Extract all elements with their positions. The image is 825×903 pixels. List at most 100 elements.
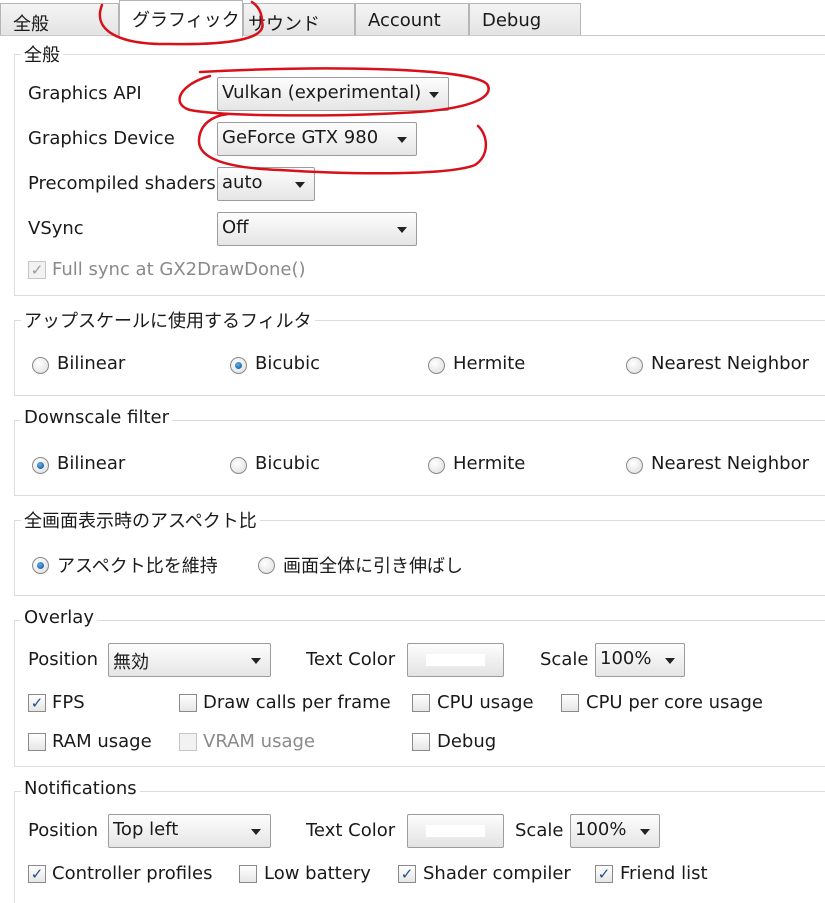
general-group: 全般 Graphics API Vulkan (experimental) Gr…	[14, 41, 825, 296]
tab-label: グラフィック	[132, 10, 240, 31]
aspect-stretch-label: 画面全体に引き伸ばし	[283, 556, 463, 577]
overlay-fps-label: FPS	[52, 692, 85, 713]
vsync-value: Off	[222, 217, 249, 238]
downscale-bilinear-radio[interactable]	[32, 457, 49, 474]
overlay-cpu-checkbox[interactable]	[412, 694, 430, 712]
downscale-bicubic-radio[interactable]	[230, 457, 247, 474]
overlay-drawcalls-label: Draw calls per frame	[203, 692, 391, 713]
precompiled-shaders-label: Precompiled shaders	[28, 173, 216, 194]
overlay-ram-label: RAM usage	[52, 731, 152, 752]
overlay-drawcalls-checkbox[interactable]	[179, 694, 197, 712]
upscale-bilinear-radio[interactable]	[32, 357, 49, 374]
overlay-scale-select[interactable]: 100%	[595, 643, 685, 677]
vsync-select[interactable]: Off	[217, 212, 417, 246]
overlay-cpu-core-label: CPU per core usage	[586, 692, 763, 713]
aspect-keep-label: アスペクト比を維持	[57, 556, 218, 577]
notifications-position-value: Top left	[113, 819, 179, 840]
overlay-position-value: 無効	[113, 652, 149, 673]
upscale-filter-group: アップスケールに使用するフィルタ Bilinear Bicubic Hermit…	[14, 307, 825, 396]
overlay-vram-checkbox[interactable]	[179, 733, 197, 751]
upscale-nearest-label: Nearest Neighbor	[651, 353, 810, 374]
tab-debug[interactable]: Debug	[469, 3, 581, 36]
graphics-api-select[interactable]: Vulkan (experimental)	[217, 77, 449, 111]
full-sync-checkbox[interactable]: ✓	[28, 261, 46, 279]
downscale-hermite-label: Hermite	[453, 453, 526, 474]
upscale-hermite-label: Hermite	[453, 353, 526, 374]
chevron-down-icon	[251, 829, 261, 835]
downscale-nearest-radio[interactable]	[626, 457, 643, 474]
precompiled-shaders-select[interactable]: auto	[217, 167, 315, 201]
overlay-group: Overlay Position 無効 Text Color Scale 100…	[14, 607, 825, 767]
tab-bar: 全般 グラフィック サウンド Account Debug	[0, 0, 825, 37]
overlay-scale-label: Scale	[540, 649, 589, 670]
overlay-ram-checkbox[interactable]	[28, 733, 46, 751]
upscale-bicubic-radio[interactable]	[230, 357, 247, 374]
full-sync-label: Full sync at GX2DrawDone()	[52, 259, 306, 280]
overlay-text-color-button[interactable]	[407, 643, 504, 677]
notifications-position-label: Position	[28, 820, 99, 841]
notif-controller-checkbox[interactable]: ✓	[28, 865, 46, 883]
downscale-filter-group: Downscale filter Bilinear Bicubic Hermit…	[14, 407, 825, 496]
downscale-filter-title: Downscale filter	[21, 407, 172, 428]
graphics-api-value: Vulkan (experimental)	[222, 82, 422, 103]
chevron-down-icon	[665, 658, 675, 664]
notifications-position-select[interactable]: Top left	[108, 814, 271, 848]
overlay-scale-value: 100%	[600, 648, 652, 669]
tab-general[interactable]: 全般	[0, 3, 119, 36]
aspect-ratio-group: 全画面表示時のアスペクト比 アスペクト比を維持 画面全体に引き伸ばし	[14, 507, 825, 596]
downscale-bicubic-label: Bicubic	[255, 453, 320, 474]
tab-graphics[interactable]: グラフィック	[119, 0, 243, 37]
upscale-filter-title: アップスケールに使用するフィルタ	[21, 307, 315, 333]
chevron-down-icon	[397, 227, 407, 233]
aspect-keep-radio[interactable]	[32, 557, 49, 574]
notif-battery-label: Low battery	[264, 863, 371, 884]
overlay-cpu-core-checkbox[interactable]	[561, 694, 579, 712]
chevron-down-icon	[397, 137, 407, 143]
aspect-stretch-radio[interactable]	[258, 557, 275, 574]
notif-battery-checkbox[interactable]	[239, 865, 257, 883]
notifications-scale-value: 100%	[575, 819, 627, 840]
overlay-debug-checkbox[interactable]	[412, 733, 430, 751]
downscale-hermite-radio[interactable]	[428, 457, 445, 474]
chevron-down-icon	[295, 182, 305, 188]
notif-shader-checkbox[interactable]: ✓	[398, 865, 416, 883]
notifications-text-color-button[interactable]	[407, 814, 504, 848]
tab-account[interactable]: Account	[355, 3, 469, 36]
overlay-cpu-label: CPU usage	[437, 692, 534, 713]
graphics-api-label: Graphics API	[28, 83, 142, 104]
overlay-text-color-label: Text Color	[306, 649, 396, 670]
chevron-down-icon	[429, 92, 439, 98]
overlay-vram-label: VRAM usage	[203, 731, 315, 752]
tab-label: Account	[368, 10, 441, 31]
upscale-nearest-radio[interactable]	[626, 357, 643, 374]
graphics-device-value: GeForce GTX 980	[222, 127, 379, 148]
color-swatch	[426, 654, 485, 666]
notif-friend-checkbox[interactable]: ✓	[595, 865, 613, 883]
precompiled-shaders-value: auto	[222, 172, 263, 193]
notif-shader-label: Shader compiler	[423, 863, 571, 884]
overlay-title: Overlay	[21, 607, 97, 628]
graphics-device-label: Graphics Device	[28, 128, 175, 149]
tab-sound[interactable]: サウンド	[243, 3, 355, 36]
upscale-bilinear-label: Bilinear	[57, 353, 126, 374]
graphics-device-select[interactable]: GeForce GTX 980	[217, 122, 417, 156]
general-group-title: 全般	[21, 41, 63, 67]
upscale-hermite-radio[interactable]	[428, 357, 445, 374]
overlay-debug-label: Debug	[437, 731, 497, 752]
aspect-ratio-title: 全画面表示時のアスペクト比	[21, 507, 260, 533]
chevron-down-icon	[251, 658, 261, 664]
tab-label: 全般	[13, 14, 49, 35]
upscale-bicubic-label: Bicubic	[255, 353, 320, 374]
notifications-scale-select[interactable]: 100%	[570, 814, 660, 848]
tab-label: Debug	[482, 10, 542, 31]
overlay-fps-checkbox[interactable]: ✓	[28, 694, 46, 712]
vsync-label: VSync	[28, 218, 84, 239]
notifications-text-color-label: Text Color	[306, 820, 396, 841]
downscale-bilinear-label: Bilinear	[57, 453, 126, 474]
overlay-position-select[interactable]: 無効	[108, 643, 271, 677]
downscale-nearest-label: Nearest Neighbor	[651, 453, 810, 474]
overlay-position-label: Position	[28, 649, 99, 670]
notifications-scale-label: Scale	[515, 820, 564, 841]
chevron-down-icon	[640, 829, 650, 835]
color-swatch	[426, 825, 485, 837]
